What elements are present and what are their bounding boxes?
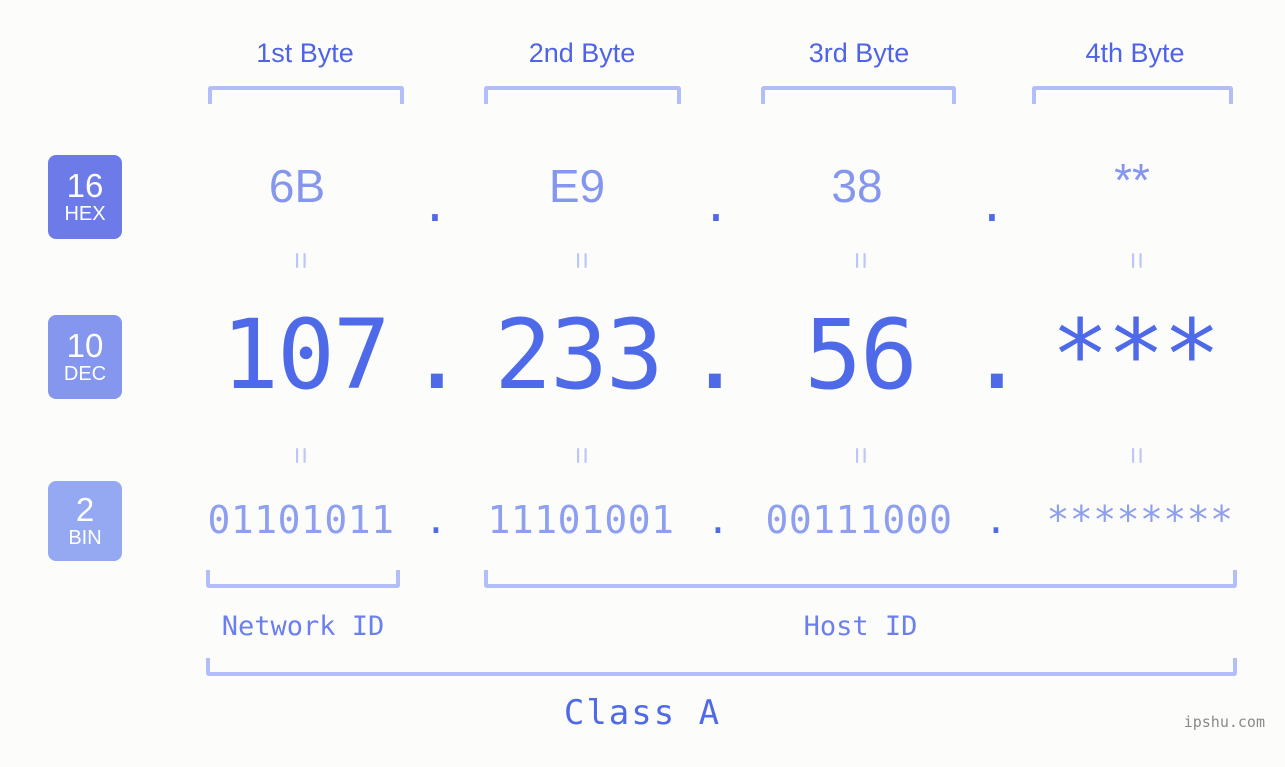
bin-byte-3: 00111000	[765, 498, 953, 542]
host-id-bracket	[484, 570, 1237, 588]
watermark: ipshu.com	[1183, 713, 1265, 731]
dec-byte-2: 233	[494, 299, 663, 411]
equals-marker-hex-dec-4: =	[1120, 251, 1153, 269]
class-bracket	[206, 658, 1237, 676]
equals-marker-dec-bin-4: =	[1120, 446, 1153, 464]
decimal-row: 107 . 233 . 56 . ***	[0, 300, 1285, 410]
dec-separator-1: .	[408, 299, 466, 411]
ip-address-breakdown-diagram: 1st Byte 2nd Byte 3rd Byte 4th Byte 16 H…	[0, 0, 1285, 767]
bin-byte-1: 01101011	[207, 498, 395, 542]
equals-marker-dec-bin-3: =	[844, 446, 877, 464]
radix-badge-bin: 2 BIN	[48, 481, 122, 561]
dec-byte-4: ***	[1051, 299, 1220, 411]
hex-byte-3: 38	[831, 160, 883, 212]
equals-marker-dec-bin-1: =	[284, 446, 317, 464]
bin-byte-2: 11101001	[487, 498, 675, 542]
equals-marker-hex-dec-3: =	[844, 251, 877, 269]
bin-separator-1: .	[424, 498, 448, 542]
hex-byte-4: **	[1114, 154, 1150, 206]
dec-separator-2: .	[686, 299, 744, 411]
equals-marker-dec-bin-2: =	[565, 446, 598, 464]
radix-badge-bin-name: BIN	[68, 526, 102, 549]
byte-header-label-4: 4th Byte	[1085, 38, 1185, 68]
radix-badge-bin-number: 2	[75, 490, 95, 528]
hex-separator-1: .	[421, 178, 449, 232]
network-id-label: Network ID	[221, 611, 385, 642]
bin-byte-4: ********	[1046, 498, 1234, 542]
radix-badge-hex: 16 HEX	[48, 155, 122, 239]
radix-badge-hex-number: 16	[66, 166, 104, 204]
hex-byte-1: 6B	[268, 160, 326, 212]
host-id-label: Host ID	[803, 611, 918, 642]
hex-separator-2: .	[702, 178, 730, 232]
dec-byte-3: 56	[804, 299, 918, 411]
class-label: Class A	[563, 693, 722, 733]
equals-marker-hex-dec-1: =	[284, 251, 317, 269]
byte-header-label-3: 3rd Byte	[808, 38, 910, 68]
hex-separator-3: .	[978, 178, 1006, 232]
byte-header-label-2: 2nd Byte	[528, 38, 636, 68]
bin-separator-2: .	[706, 498, 730, 542]
hex-byte-2: E9	[548, 160, 606, 212]
network-id-bracket	[206, 570, 400, 588]
byte-bracket-2	[484, 86, 681, 104]
byte-bracket-1	[208, 86, 404, 104]
byte-bracket-3	[761, 86, 956, 104]
radix-badge-hex-name: HEX	[64, 202, 106, 225]
equals-marker-hex-dec-2: =	[565, 251, 598, 269]
dec-byte-1: 107	[221, 299, 390, 411]
bin-separator-3: .	[984, 498, 1008, 542]
dec-separator-3: .	[968, 299, 1026, 411]
byte-bracket-4	[1032, 86, 1233, 104]
byte-header-label-1: 1st Byte	[256, 38, 354, 68]
